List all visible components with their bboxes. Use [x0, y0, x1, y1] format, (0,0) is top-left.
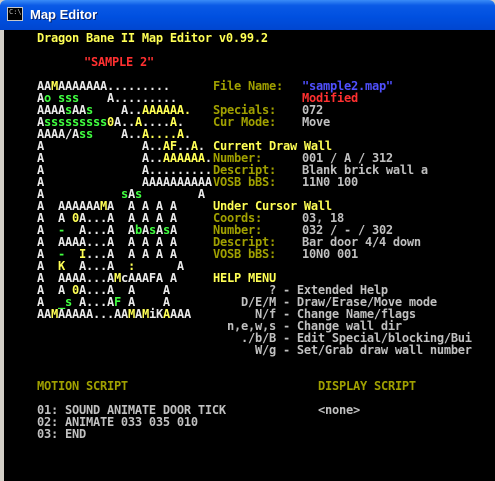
editor-header: Dragon Bane II Map Editor v0.99.2	[37, 31, 268, 45]
map-cell-run: M	[141, 307, 149, 321]
draw-wall-vosb-value: 11N0 100	[302, 175, 358, 189]
map-row[interactable]: AAMAAAAA...AAMAMiKAAAA	[37, 308, 212, 320]
console-area[interactable]: Dragon Bane II Map Editor v0.99.2 "SAMPL…	[4, 30, 495, 481]
map-cell-run: M	[127, 307, 135, 321]
display-script-heading: DISPLAY SCRIPT	[318, 379, 416, 393]
cur-mode-value: Move	[302, 115, 330, 129]
console-icon-text: C:\	[9, 8, 22, 16]
title-bar[interactable]: C:\ Map Editor	[0, 0, 495, 30]
map-cell-run: A	[162, 307, 170, 321]
motion-script-line: 03: END	[37, 427, 86, 441]
map-cell-run: AA	[37, 307, 51, 321]
console-icon[interactable]: C:\	[7, 7, 23, 21]
help-row-draw-wall-number: W/g - Set/Grab draw wall number	[213, 343, 472, 357]
cursor-wall-vosb-value: 10N0 001	[302, 247, 358, 261]
console-window: C:\ Map Editor Dragon Bane II Map Editor…	[0, 0, 495, 481]
motion-script-heading: MOTION SCRIPT	[37, 379, 128, 393]
file-name-label: File Name:	[213, 79, 283, 93]
cur-mode-label: Cur Mode:	[213, 115, 276, 129]
map-cell-run: M	[51, 307, 58, 321]
draw-wall-vosb-label: VOSB bBS:	[213, 175, 276, 189]
window-title: Map Editor	[30, 7, 98, 22]
cursor-wall-vosb-label: VOSB bBS:	[213, 247, 276, 261]
map-cell-run: AAA	[169, 307, 191, 321]
map-name: "SAMPLE 2"	[84, 55, 154, 69]
map-cell-run: A	[134, 307, 142, 321]
map-grid[interactable]: AAMAAAAAAA......... Ao sss A......... AAAA…	[37, 80, 212, 320]
map-cell-run: iK	[148, 307, 163, 321]
map-cell-run: AAAAA...AA	[58, 307, 128, 321]
display-script-line: <none>	[318, 403, 360, 417]
